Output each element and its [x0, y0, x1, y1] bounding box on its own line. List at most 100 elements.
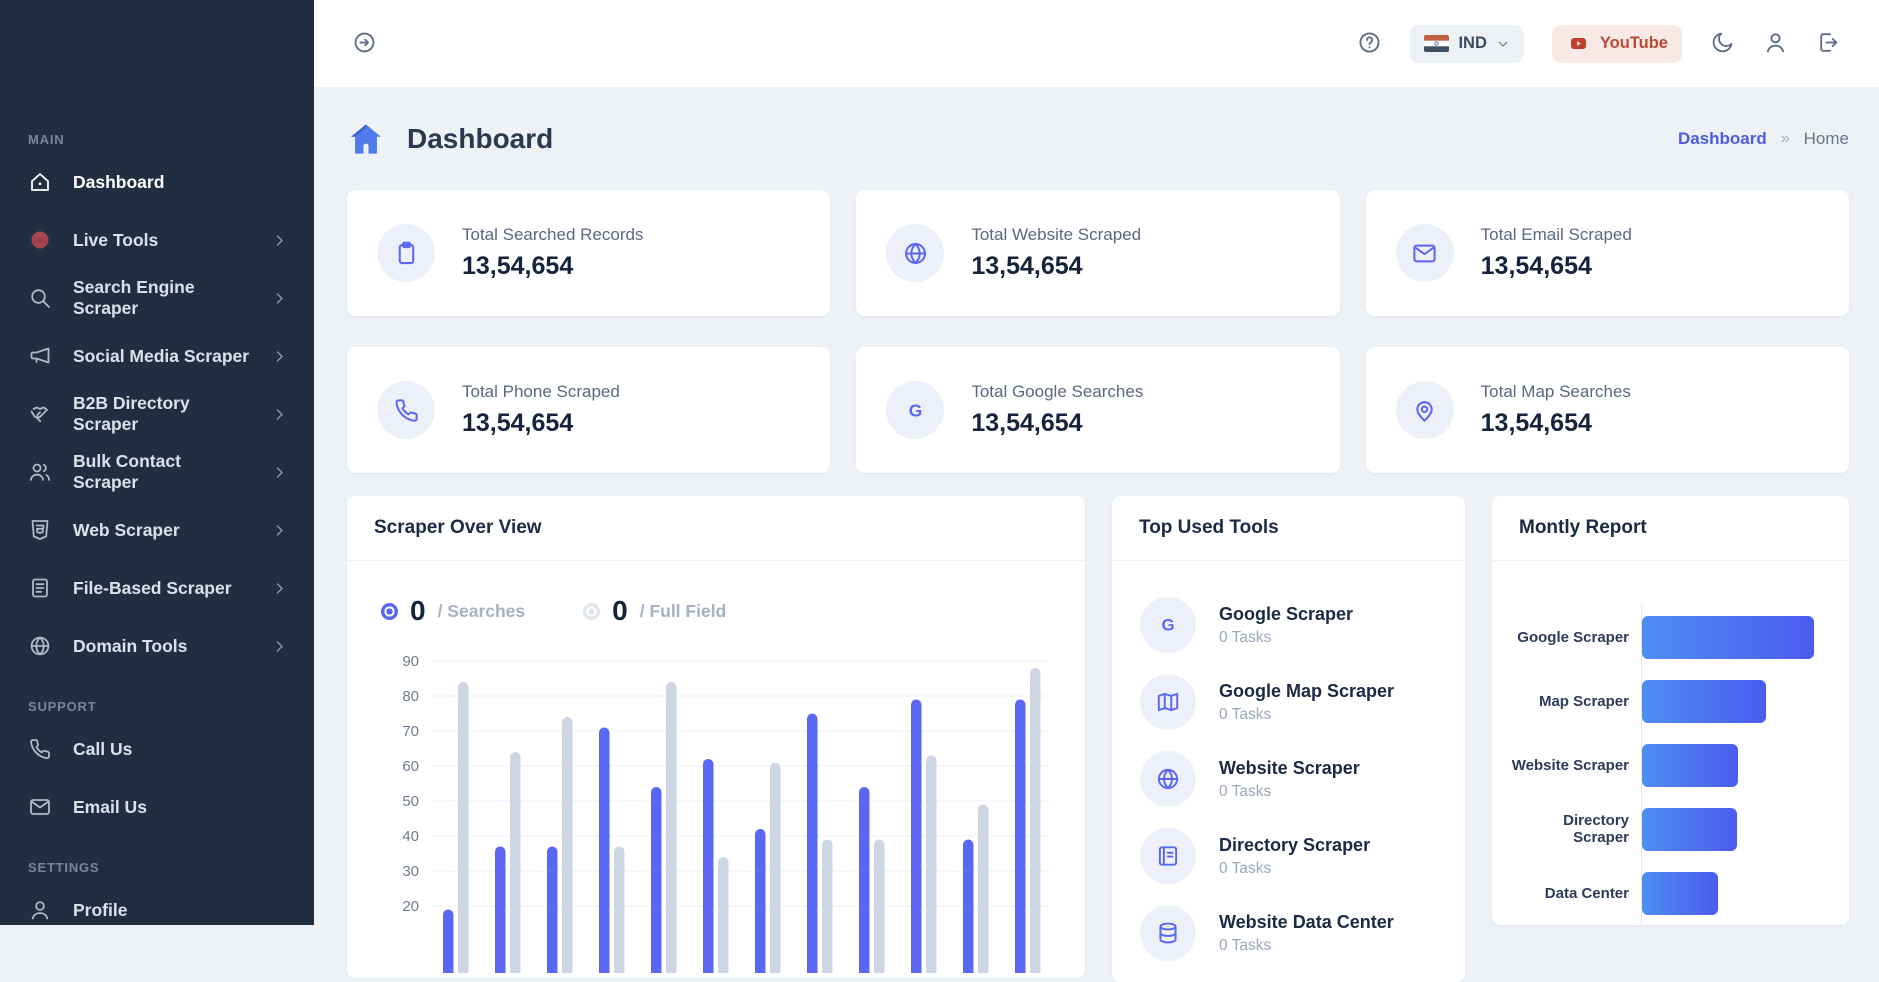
india-flag-icon: [1424, 35, 1449, 52]
youtube-button[interactable]: YouTube: [1552, 25, 1682, 63]
topbar-actions: IND YouTube: [1357, 25, 1841, 63]
monthly-category-label: Data Center: [1510, 861, 1641, 925]
monthly-category-label: Google Scraper: [1510, 605, 1641, 669]
sidebar-item-bulk-contact-scraper[interactable]: Bulk Contact Scraper: [0, 443, 314, 501]
logout-button[interactable]: [1816, 30, 1841, 58]
tool-name: Website Data Center: [1219, 912, 1394, 933]
tool-item-website-data-center[interactable]: Website Data Center 0 Tasks: [1140, 905, 1437, 961]
overview-chart-svg: 9080706050403020: [373, 641, 1059, 973]
sidebar-item-social-media-scraper[interactable]: Social Media Scraper: [0, 327, 314, 385]
sidebar-item-dashboard[interactable]: Dashboard: [0, 153, 314, 211]
language-selector[interactable]: IND: [1410, 25, 1523, 63]
breadcrumb-link-dashboard[interactable]: Dashboard: [1678, 129, 1767, 149]
sidebar-item-profile[interactable]: Profile: [0, 881, 314, 939]
sidebar-item-label: Bulk Contact Scraper: [73, 451, 250, 493]
top-used-tools-card: Top Used Tools GGoogle Scraper0 Tasks Goo…: [1112, 496, 1465, 982]
globe-icon: [28, 634, 52, 658]
legend-value: 0: [612, 595, 628, 627]
chevron-right-icon: [271, 290, 288, 307]
tool-item-website-scraper[interactable]: Website Scraper0 Tasks: [1140, 751, 1437, 807]
tool-item-directory-scraper[interactable]: Directory Scraper0 Tasks: [1140, 828, 1437, 884]
home-icon: [28, 170, 52, 194]
tools-card-header: Top Used Tools: [1112, 496, 1465, 561]
overview-legend: 0/ Searches0/ Full Field: [381, 595, 1059, 627]
g-letter-icon: G: [1140, 597, 1196, 653]
monthly-report-card: Montly Report Google ScraperMap ScraperW…: [1492, 496, 1849, 925]
sidebar-toggle-button[interactable]: [352, 30, 377, 58]
youtube-play-icon: [1566, 34, 1591, 53]
sidebar-item-label: Live Tools: [73, 230, 250, 251]
tool-tasks-count: 0 Tasks: [1219, 937, 1394, 955]
map-icon: [1140, 674, 1196, 730]
sidebar-item-search-engine-scraper[interactable]: Search Engine Scraper: [0, 269, 314, 327]
monthly-category-label: Website Scraper: [1510, 733, 1641, 797]
stat-card-total-website-scraped: Total Website Scraped13,54,654: [856, 190, 1339, 316]
profile-button[interactable]: [1763, 30, 1788, 58]
legend-item-searches[interactable]: 0/ Searches: [381, 595, 525, 627]
g-letter-icon: G: [886, 381, 944, 439]
monthly-bar-chart: Google ScraperMap ScraperWebsite Scraper…: [1492, 561, 1849, 925]
monthly-bar: [1642, 680, 1766, 723]
svg-text:G: G: [1161, 616, 1174, 635]
svg-text:90: 90: [402, 653, 419, 670]
globe-icon: [1140, 751, 1196, 807]
sidebar-item-label: Web Scraper: [73, 520, 250, 541]
mail-icon: [28, 795, 52, 819]
monthly-card-header: Montly Report: [1492, 496, 1849, 561]
language-label: IND: [1458, 34, 1486, 53]
overview-card: Scraper Over View 0/ Searches0/ Full Fie…: [347, 496, 1085, 978]
sidebar-item-call-us[interactable]: Call Us: [0, 720, 314, 778]
svg-text:80: 80: [402, 688, 419, 705]
stat-value: 13,54,654: [1481, 252, 1632, 281]
tool-tasks-count: 0 Tasks: [1219, 629, 1353, 647]
sidebar-item-email-us[interactable]: Email Us: [0, 778, 314, 836]
monthly-bar: [1642, 808, 1737, 851]
sidebar-item-live-tools[interactable]: Live Tools: [0, 211, 314, 269]
tool-name: Website Scraper: [1219, 758, 1360, 779]
stat-label: Total Website Scraped: [971, 225, 1141, 245]
tools-card-title: Top Used Tools: [1139, 517, 1438, 539]
tool-item-google-scraper[interactable]: GGoogle Scraper0 Tasks: [1140, 597, 1437, 653]
tool-tasks-count: 0 Tasks: [1219, 706, 1394, 724]
theme-toggle-button[interactable]: [1710, 30, 1735, 58]
monthly-category-label: Directory Scraper: [1510, 797, 1641, 861]
svg-text:20: 20: [402, 898, 419, 915]
monthly-row-map-scraper: Map Scraper: [1510, 669, 1823, 733]
globe-icon: [886, 224, 944, 282]
monthly-row-directory-scraper: Directory Scraper: [1510, 797, 1823, 861]
legend-item-full-field[interactable]: 0/ Full Field: [583, 595, 726, 627]
tool-name: Google Map Scraper: [1219, 681, 1394, 702]
sidebar-item-label: Email Us: [73, 797, 288, 818]
monthly-row-google-scraper: Google Scraper: [1510, 605, 1823, 669]
sidebar: MAIN Dashboard Live Tools Search Engine Scr…: [0, 0, 314, 925]
sidebar-item-label: Dashboard: [73, 172, 288, 193]
panels-row: Scraper Over View 0/ Searches0/ Full Fie…: [347, 496, 1849, 982]
legend-label: / Searches: [438, 601, 526, 622]
sidebar-section-label-main: MAIN: [0, 132, 314, 147]
chevron-right-icon: [271, 406, 288, 423]
map-pin-icon: [1396, 381, 1454, 439]
stat-label: Total Searched Records: [462, 225, 643, 245]
sidebar-item-domain-tools[interactable]: Domain Tools: [0, 617, 314, 675]
chevron-down-icon: [1496, 37, 1510, 51]
sidebar-item-web-scraper[interactable]: Web Scraper: [0, 501, 314, 559]
sidebar-item-b2b-directory-scraper[interactable]: B2B Directory Scraper: [0, 385, 314, 443]
tool-item-google-map-scraper[interactable]: Google Map Scraper 0 Tasks: [1140, 674, 1437, 730]
svg-text:30: 30: [402, 863, 419, 880]
svg-text:70: 70: [402, 723, 419, 740]
help-button[interactable]: [1357, 30, 1382, 58]
moon-icon: [1710, 30, 1735, 58]
breadcrumb-current: Home: [1804, 129, 1849, 149]
monthly-card-title: Montly Report: [1519, 517, 1822, 539]
stat-label: Total Google Searches: [971, 382, 1143, 402]
book-icon: [1140, 828, 1196, 884]
monthly-plot: [1641, 605, 1823, 669]
stat-label: Total Email Scraped: [1481, 225, 1632, 245]
stat-value: 13,54,654: [971, 409, 1143, 438]
sidebar-item-file-based-scraper[interactable]: File-Based Scraper: [0, 559, 314, 617]
users-icon: [28, 460, 52, 484]
chevron-right-icon: [271, 638, 288, 655]
sidebar-item-label: Search Engine Scraper: [73, 277, 250, 319]
stat-card-total-map-searches: Total Map Searches13,54,654: [1366, 347, 1849, 473]
stat-card-total-email-scraped: Total Email Scraped 13,54,654: [1366, 190, 1849, 316]
